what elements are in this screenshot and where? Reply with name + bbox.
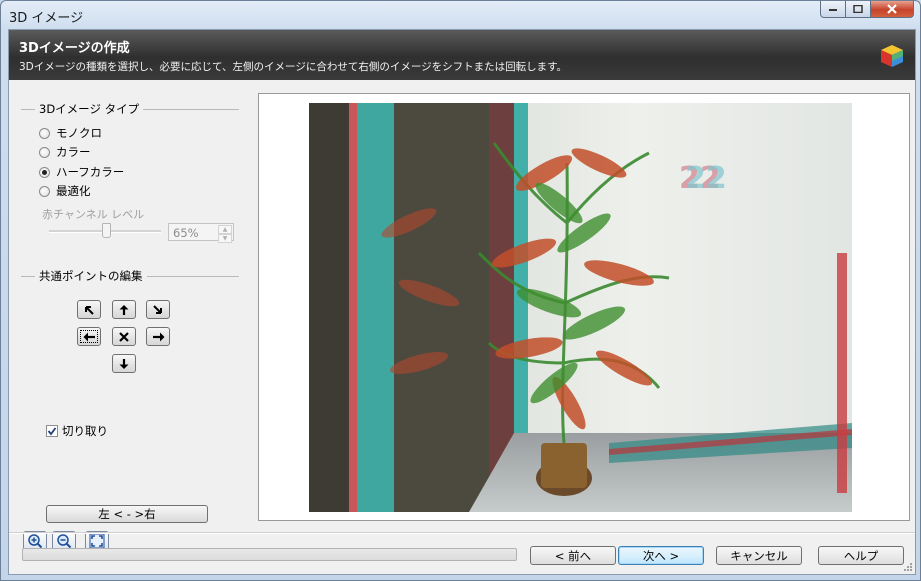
shift-right-button[interactable]	[146, 327, 170, 346]
x-icon	[119, 331, 129, 342]
help-button[interactable]: ヘルプ	[818, 546, 904, 565]
radio-circle-selected	[39, 166, 50, 178]
3d-box-icon	[881, 45, 903, 67]
back-button[interactable]: < 前へ	[530, 546, 616, 565]
arrow-left-icon	[83, 332, 95, 341]
spin-buttons: ▲ ▼	[218, 225, 232, 243]
image-type-group-title: 3Dイメージ タイプ	[21, 102, 239, 116]
image-type-label: 3Dイメージ タイプ	[39, 102, 140, 116]
shift-left-button[interactable]	[77, 327, 101, 346]
shift-down-button[interactable]	[112, 354, 136, 373]
arrow-right-icon	[152, 332, 164, 341]
window-controls	[820, 1, 914, 18]
fit-window-icon	[89, 533, 105, 549]
minimize-icon	[829, 9, 837, 11]
close-button[interactable]	[870, 1, 914, 18]
close-icon	[887, 4, 897, 14]
dialog-client: 3Dイメージの作成 3Dイメージの種類を選択し、必要に応じて、左側のイメージに合…	[8, 29, 916, 575]
title-bar[interactable]: 3D イメージ	[1, 1, 920, 29]
checkmark-icon	[47, 427, 57, 436]
window-title: 3D イメージ	[9, 11, 84, 26]
radio-circle	[39, 127, 50, 139]
radio-circle	[39, 185, 50, 197]
arrow-down-icon	[119, 358, 129, 369]
image-preview[interactable]: 22 22	[258, 93, 910, 521]
crop-label: 切り取り	[62, 424, 108, 438]
common-point-group-title: 共通ポイントの編集	[21, 269, 239, 283]
radio-half-color[interactable]: ハーフカラー	[39, 164, 124, 180]
next-button[interactable]: 次へ >	[618, 546, 704, 565]
red-channel-value: 65%	[173, 226, 199, 240]
radio-optimized-label: 最適化	[56, 184, 91, 198]
arrow-up-icon	[119, 304, 129, 315]
arrow-down-right-icon	[153, 304, 162, 314]
radio-color[interactable]: カラー	[39, 144, 91, 160]
radio-color-label: カラー	[56, 145, 91, 159]
spin-up-icon[interactable]: ▲	[218, 225, 232, 234]
zoom-out-icon	[57, 534, 72, 549]
shift-up-left-button[interactable]	[77, 300, 101, 319]
resize-grip-icon[interactable]	[903, 562, 913, 572]
swap-left-right-button[interactable]: 左 < - >右	[46, 505, 208, 523]
shift-up-button[interactable]	[112, 300, 136, 319]
red-channel-label: 赤チャンネル レベル	[42, 208, 145, 221]
red-channel-spinbox[interactable]: 65% ▲ ▼	[168, 223, 234, 243]
spin-down-icon[interactable]: ▼	[218, 234, 232, 243]
common-point-label: 共通ポイントの編集	[39, 269, 143, 283]
maximize-button[interactable]	[845, 1, 871, 18]
radio-optimized[interactable]: 最適化	[39, 183, 91, 199]
page-title: 3Dイメージの作成	[19, 41, 130, 56]
checkbox-box	[46, 425, 58, 437]
cancel-button[interactable]: キャンセル	[716, 546, 802, 565]
page-description: 3Dイメージの種類を選択し、必要に応じて、左側のイメージに合わせて右側のイメージ…	[19, 61, 568, 73]
app-window: 3D イメージ 3Dイメージの作成 3Dイメージの種類を選択し、必要に応じて、左…	[0, 0, 921, 581]
radio-monochrome-label: モノクロ	[56, 126, 102, 140]
minimize-button[interactable]	[820, 1, 846, 18]
shift-down-right-button[interactable]	[146, 300, 170, 319]
footer-divider	[9, 532, 915, 534]
crop-checkbox[interactable]: 切り取り	[46, 423, 108, 439]
radio-monochrome[interactable]: モノクロ	[39, 125, 102, 141]
progress-bar	[22, 548, 517, 561]
reset-button[interactable]	[112, 327, 136, 346]
maximize-icon	[853, 5, 863, 13]
wizard-header: 3Dイメージの作成 3Dイメージの種類を選択し、必要に応じて、左側のイメージに合…	[9, 30, 915, 80]
arrow-up-left-icon	[85, 305, 94, 315]
svg-text:22: 22	[685, 161, 727, 196]
red-channel-slider-thumb[interactable]	[102, 223, 111, 238]
options-panel: 3Dイメージ タイプ モノクロ カラー ハーフカラー 最適化 赤チャンネル レベ…	[9, 80, 249, 551]
radio-circle	[39, 146, 50, 158]
radio-half-color-label: ハーフカラー	[56, 165, 125, 179]
zoom-in-icon	[28, 534, 43, 549]
anaglyph-preview-image: 22 22	[309, 103, 852, 512]
